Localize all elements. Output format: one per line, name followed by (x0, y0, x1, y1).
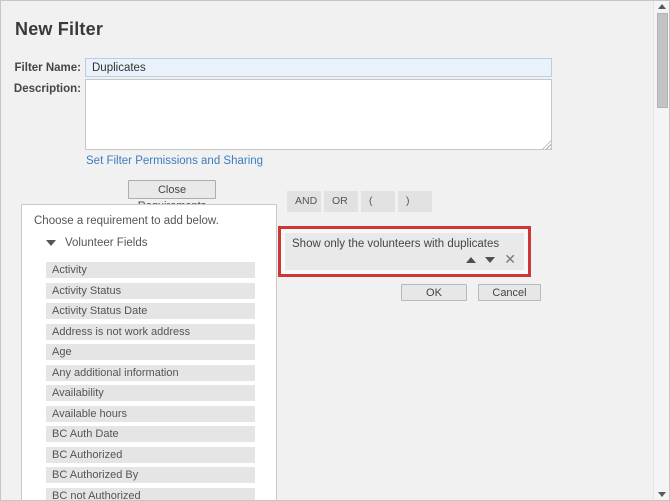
field-list-item[interactable]: Age (46, 344, 255, 360)
field-list-item[interactable]: Address is not work address (46, 323, 255, 340)
field-list-item[interactable]: Availability (46, 385, 255, 401)
ok-button[interactable]: OK (401, 284, 467, 301)
field-list-item[interactable]: BC Auth Date (46, 426, 255, 442)
active-requirement-text: Show only the volunteers with duplicates (292, 238, 500, 250)
chooser-instruction: Choose a requirement to add below. (34, 215, 219, 227)
close-requirements-button[interactable]: Close Requirements (128, 180, 216, 212)
requirement-controls: ✕ (466, 253, 516, 267)
field-list-item[interactable]: BC not Authorized (46, 487, 255, 500)
new-filter-dialog: New Filter Filter Name: Description: Set… (0, 0, 670, 501)
requirement-chooser-panel: Choose a requirement to add below. Volun… (21, 204, 277, 500)
operator-button[interactable]: ) (398, 191, 432, 212)
field-list-item[interactable]: Activity (46, 262, 255, 278)
filter-name-label: Filter Name: (14, 62, 81, 74)
collapse-arrow-icon (46, 240, 56, 246)
move-down-icon[interactable] (485, 257, 496, 263)
operator-button[interactable]: OR (324, 191, 358, 212)
volunteer-fields-group-header[interactable]: Volunteer Fields (46, 237, 147, 249)
highlight-annotation: Show only the volunteers with duplicates… (278, 226, 531, 277)
operator-button[interactable]: AND (287, 191, 321, 212)
set-permissions-link[interactable]: Set Filter Permissions and Sharing (86, 155, 263, 167)
active-requirement-row[interactable]: Show only the volunteers with duplicates… (285, 233, 524, 270)
move-up-icon[interactable] (466, 257, 477, 263)
scroll-up-icon[interactable] (658, 4, 666, 9)
field-list-item[interactable]: BC Authorized (46, 446, 255, 463)
description-label: Description: (13, 83, 81, 95)
scrollbar-thumb[interactable] (657, 13, 668, 108)
operator-button[interactable]: ( (361, 191, 395, 212)
remove-icon[interactable]: ✕ (504, 253, 516, 267)
scroll-down-icon[interactable] (658, 492, 666, 497)
field-list-item[interactable]: BC Authorized By (46, 467, 255, 483)
page-title: New Filter (15, 19, 104, 39)
vertical-scrollbar[interactable] (653, 1, 669, 500)
field-list-item[interactable]: Activity Status Date (46, 303, 255, 319)
textarea-resize-grip-icon[interactable] (542, 140, 551, 149)
field-list-item[interactable]: Any additional information (46, 364, 255, 381)
field-list-item[interactable]: Available hours (46, 405, 255, 422)
operator-buttons: AND OR ( ) (287, 191, 432, 212)
description-textarea[interactable] (85, 79, 552, 150)
filter-name-input[interactable] (85, 58, 552, 77)
field-list: Activity Activity Status Activity Status… (46, 262, 255, 500)
group-label: Volunteer Fields (65, 237, 148, 249)
field-list-item[interactable]: Activity Status (46, 282, 255, 299)
cancel-button[interactable]: Cancel (478, 284, 541, 301)
